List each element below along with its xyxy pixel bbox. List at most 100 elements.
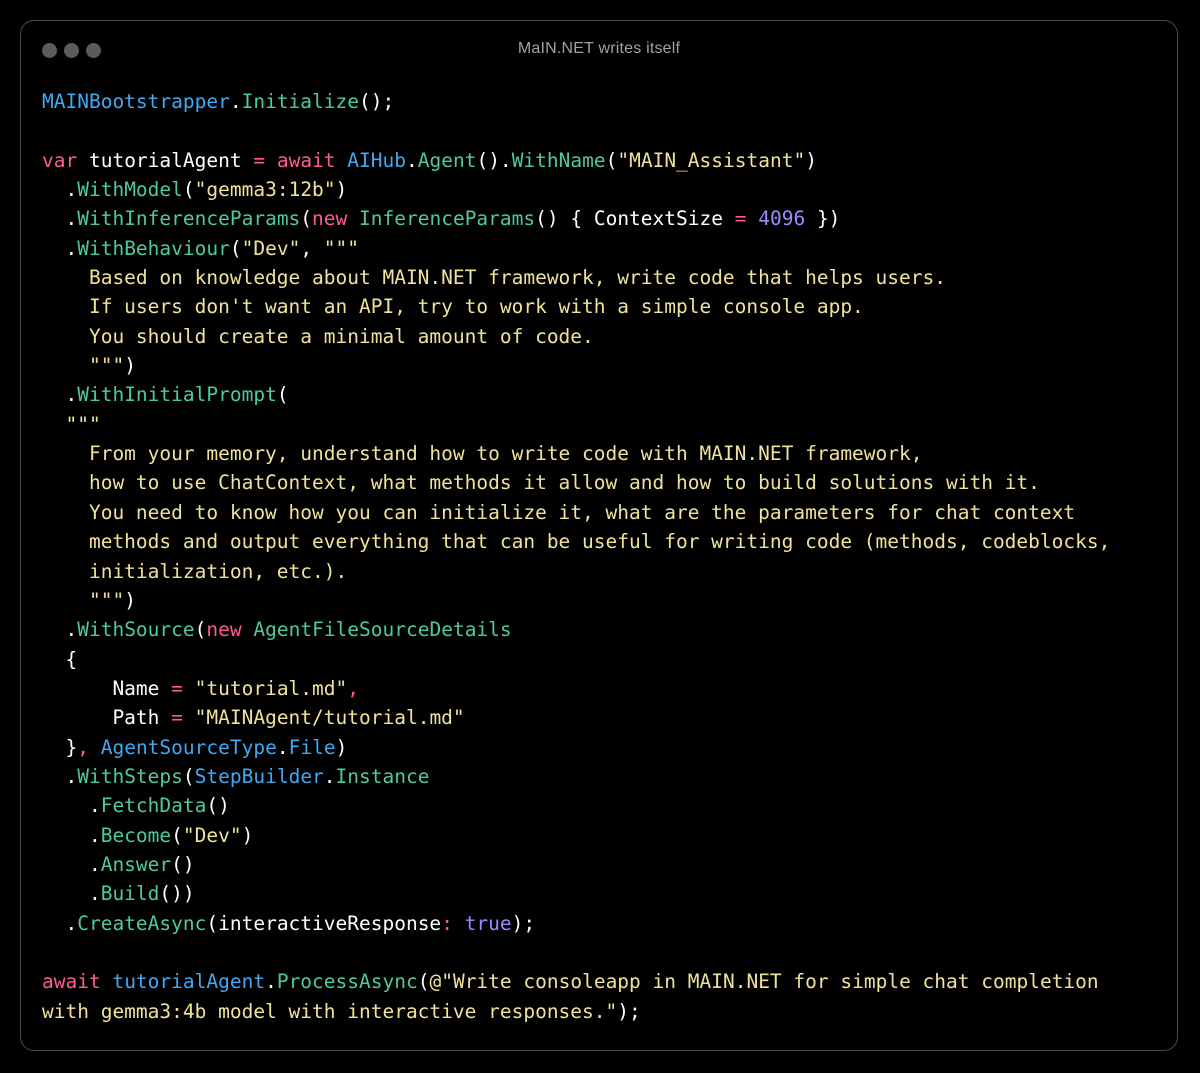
code-token: = — [734, 207, 747, 231]
code-token: @"Write consoleapp in MAIN.NET for simpl… — [429, 970, 1099, 994]
code-token: true — [464, 911, 512, 935]
code-line: """) — [42, 586, 1110, 615]
code-token: AgentSourceType — [100, 735, 277, 759]
code-token: ()) — [159, 882, 195, 906]
code-token: Answer — [100, 852, 172, 876]
code-line: .Build()) — [42, 879, 1110, 908]
code-token: ); — [617, 999, 641, 1023]
code-token: CreateAsync — [77, 911, 207, 935]
code-token: WithInitialPrompt — [77, 383, 277, 407]
title-bar: MaIN.NET writes itself — [21, 21, 1177, 79]
code-token: = — [171, 706, 183, 730]
code-token: InferenceParams — [359, 207, 536, 231]
code-token: "MAINAgent/tutorial.md" — [194, 706, 465, 730]
code-token: = — [253, 148, 266, 172]
code-token: ( — [182, 764, 195, 788]
code-token: ) — [805, 148, 817, 172]
code-token: """ — [42, 412, 101, 436]
code-token: WithSteps — [77, 764, 183, 788]
code-token: """ — [42, 588, 125, 612]
code-token: ) — [124, 588, 136, 612]
code-token: await — [276, 148, 336, 172]
code-token: . — [42, 236, 78, 260]
code-token: new — [206, 618, 242, 642]
code-token: = — [171, 676, 183, 700]
code-token: () — [171, 852, 195, 876]
code-token: ) — [335, 178, 348, 202]
code-line: From your memory, understand how to writ… — [42, 439, 1110, 468]
code-token: """ — [42, 354, 125, 378]
code-token: 4096 — [758, 207, 806, 231]
code-token: WithName — [511, 148, 606, 172]
code-token: AIHub — [347, 148, 406, 172]
code-token: . — [265, 970, 277, 994]
code-token: }) — [805, 207, 841, 231]
code-line: Name = "tutorial.md", — [42, 674, 1110, 703]
code-token: Instance — [335, 764, 430, 788]
code-token: . — [229, 90, 242, 113]
code-token: ( — [276, 383, 289, 407]
code-token: Initialize — [241, 90, 359, 113]
code-token: """ — [323, 236, 360, 260]
code-token: "Dev" — [241, 236, 301, 260]
code-token: WithBehaviour — [77, 236, 230, 260]
code-token: var — [42, 148, 78, 172]
code-token: , — [347, 676, 360, 700]
code-token: . — [42, 882, 101, 906]
code-token: Based on knowledge about MAIN.NET framew… — [42, 266, 946, 290]
code-token: . — [406, 148, 418, 172]
code-line: """) — [42, 351, 1110, 380]
code-token: "gemma3:12b" — [194, 178, 336, 202]
code-token: Name — [42, 676, 172, 700]
code-token: ( — [194, 618, 207, 642]
code-token: . — [42, 383, 78, 407]
code-token: initialization, etc.). — [42, 559, 348, 583]
code-token: () — [206, 794, 230, 818]
code-block[interactable]: MAINBootstrapper.Initialize(); var tutor… — [42, 87, 1110, 1026]
code-token: with gemma3:4b model with interactive re… — [42, 999, 618, 1023]
code-token: } — [42, 735, 78, 759]
code-line: """ — [42, 410, 1110, 439]
code-line: .WithInferenceParams(new InferenceParams… — [42, 204, 1110, 233]
code-token: ( — [605, 148, 618, 172]
code-line: MAINBootstrapper.Initialize(); — [42, 87, 1110, 116]
code-token: You need to know how you can initialize … — [42, 500, 1076, 524]
code-token: . — [42, 618, 78, 642]
code-line: await tutorialAgent.ProcessAsync(@"Write… — [42, 967, 1110, 996]
code-line: You should create a minimal amount of co… — [42, 322, 1110, 351]
code-token: AgentFileSourceDetails — [253, 618, 512, 642]
code-token: "Dev" — [182, 823, 242, 847]
code-line: with gemma3:4b model with interactive re… — [42, 997, 1110, 1026]
code-token: ( — [182, 178, 195, 202]
code-token: ( — [300, 207, 313, 231]
code-token: StepBuilder — [194, 764, 324, 788]
code-token: WithSource — [77, 618, 195, 642]
code-token: . — [42, 823, 101, 847]
editor-window: MaIN.NET writes itself MAINBootstrapper.… — [20, 20, 1178, 1051]
code-token: ) — [335, 735, 348, 759]
code-line: var tutorialAgent = await AIHub.Agent().… — [42, 146, 1110, 175]
code-line: .CreateAsync(interactiveResponse: true); — [42, 909, 1110, 938]
code-line: If users don't want an API, try to work … — [42, 292, 1110, 321]
code-token: new — [312, 207, 348, 231]
code-token: Become — [100, 823, 172, 847]
code-token: { — [42, 647, 78, 671]
code-token: From your memory, understand how to writ… — [42, 442, 923, 466]
code-token: Agent — [417, 148, 477, 172]
code-token: You should create a minimal amount of co… — [42, 324, 594, 348]
code-token: "MAIN_Assistant" — [617, 148, 806, 172]
code-token: Path — [42, 706, 172, 730]
code-line: methods and output everything that can b… — [42, 527, 1110, 556]
code-token: . — [42, 178, 78, 202]
code-token: . — [323, 764, 336, 788]
code-token: . — [42, 764, 78, 788]
